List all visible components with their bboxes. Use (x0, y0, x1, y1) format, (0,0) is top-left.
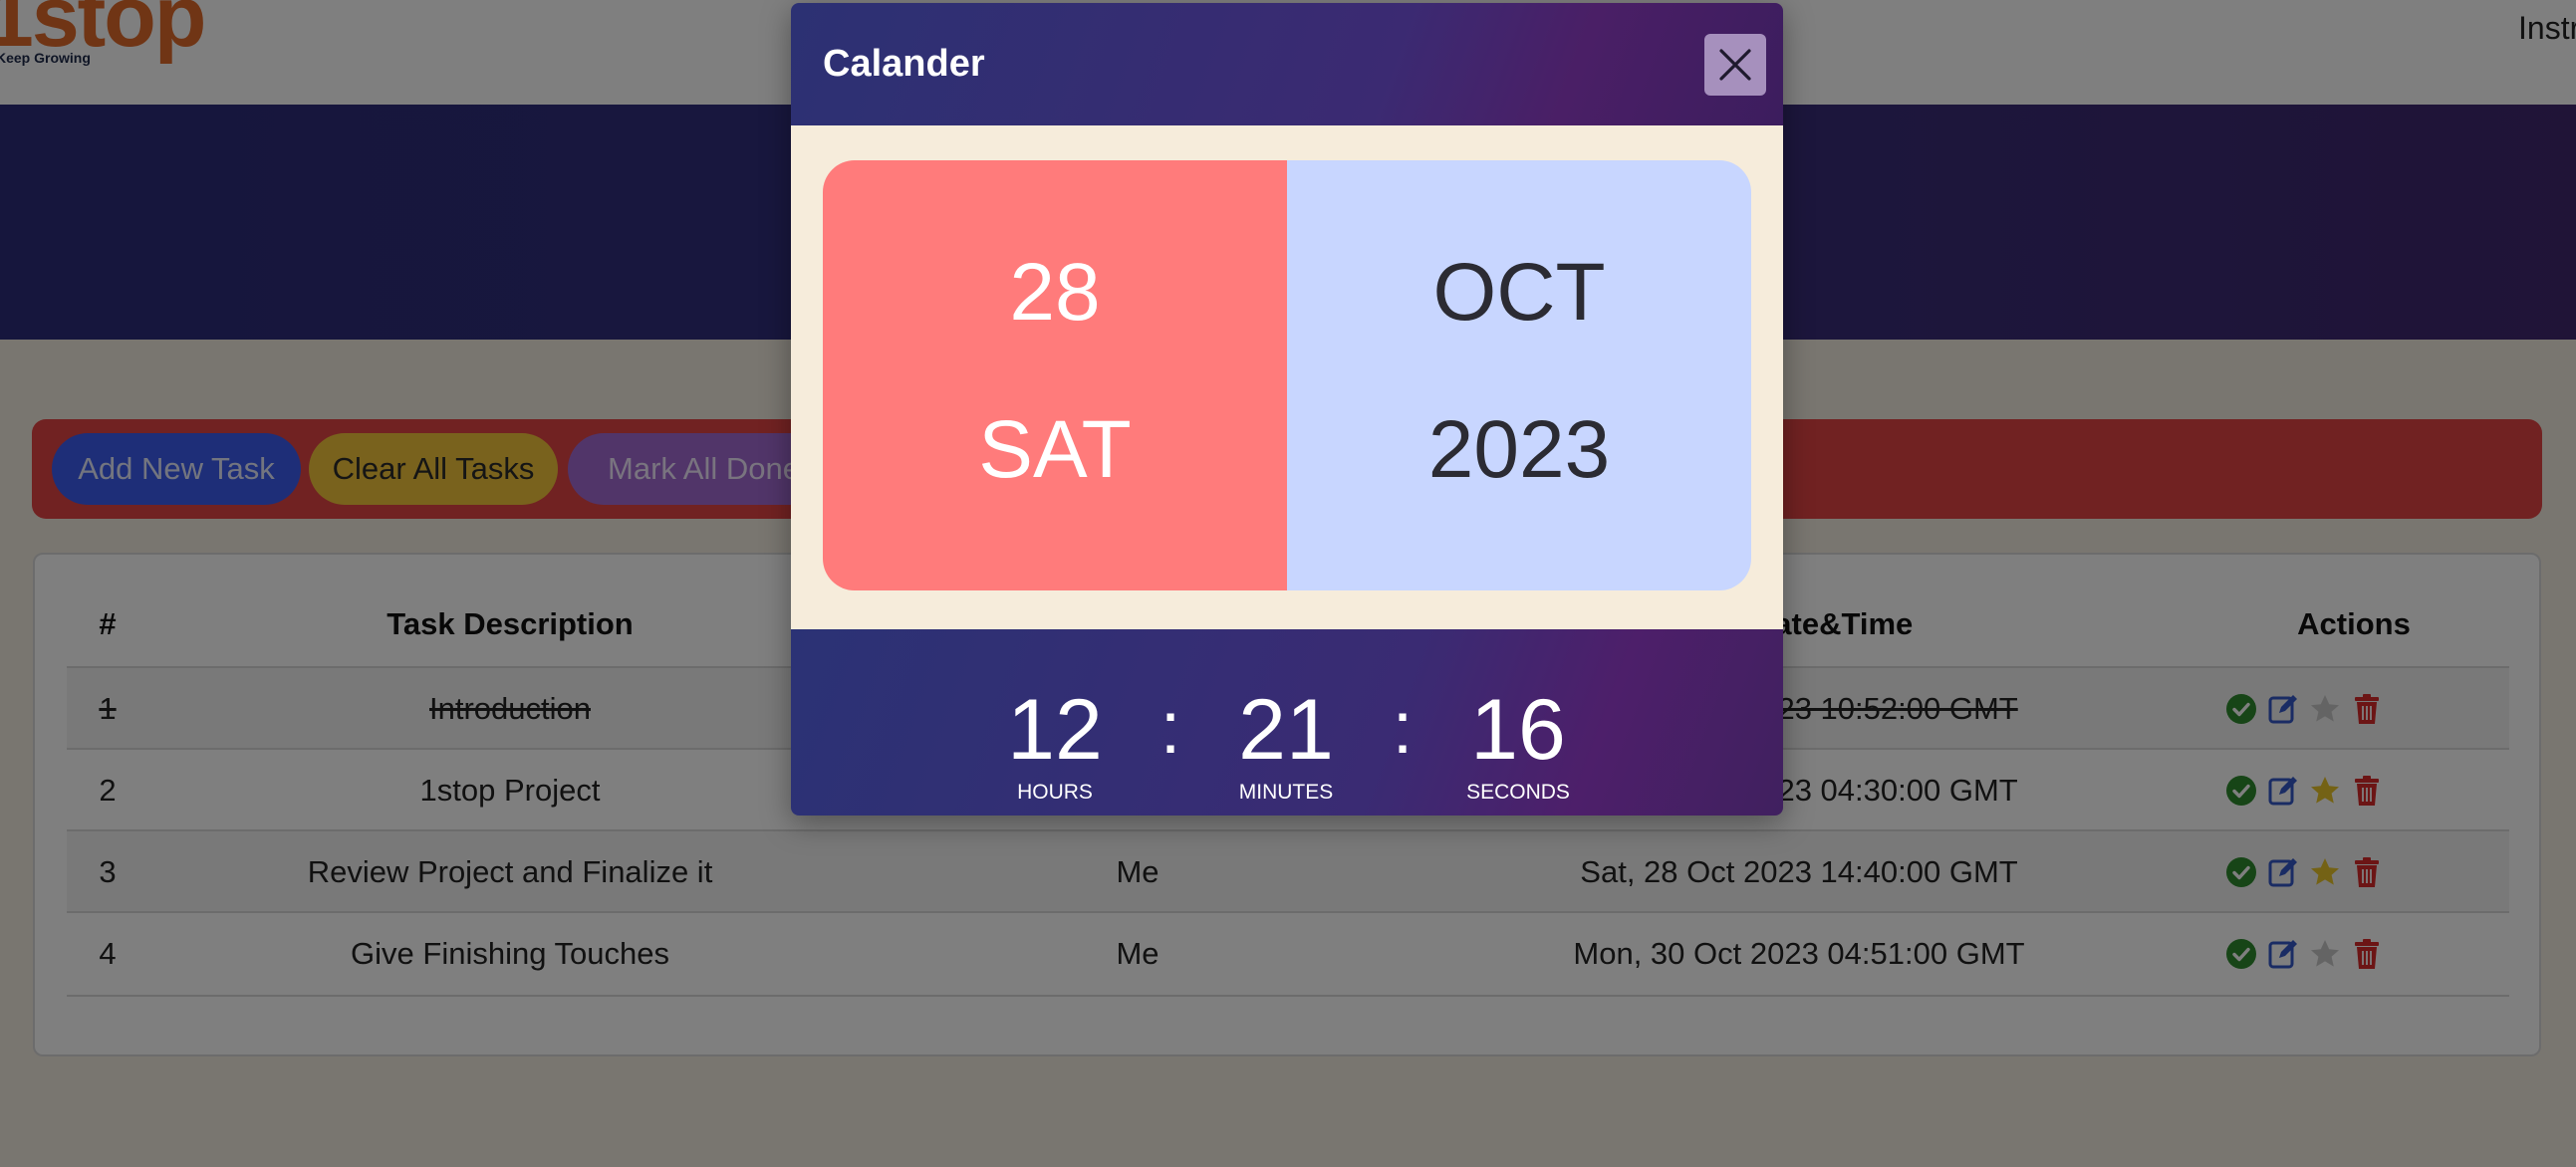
clock-minutes: 21 MINUTES (1206, 687, 1366, 805)
day-name: SAT (978, 404, 1132, 495)
clock-footer: 12 HOURS : 21 MINUTES : 16 SECONDS (791, 629, 1783, 816)
modal-body: 28 SAT OCT 2023 (791, 125, 1783, 629)
clock-hours: 12 HOURS (975, 687, 1135, 805)
month-name: OCT (1432, 247, 1606, 338)
day-number: 28 (1009, 247, 1101, 338)
clock-seconds: 16 SECONDS (1438, 687, 1598, 805)
year: 2023 (1427, 404, 1611, 495)
modal-header: Calander (791, 3, 1783, 125)
date-card: 28 SAT OCT 2023 (823, 160, 1751, 590)
close-icon (1719, 49, 1751, 81)
hours-label: HOURS (1017, 781, 1093, 804)
time-separator: : (1159, 686, 1181, 769)
modal-title: Calander (823, 43, 985, 85)
date-day-panel: 28 SAT (823, 160, 1287, 590)
seconds-value: 16 (1470, 682, 1566, 778)
minutes-value: 21 (1238, 682, 1334, 778)
close-button[interactable] (1704, 34, 1766, 96)
date-month-panel: OCT 2023 (1287, 160, 1751, 590)
seconds-label: SECONDS (1466, 781, 1570, 804)
hours-value: 12 (1007, 682, 1103, 778)
time-separator: : (1392, 686, 1414, 769)
calendar-modal: Calander 28 SAT OCT 2023 12 HOURS : 21 M (791, 3, 1783, 816)
minutes-label: MINUTES (1238, 781, 1334, 804)
